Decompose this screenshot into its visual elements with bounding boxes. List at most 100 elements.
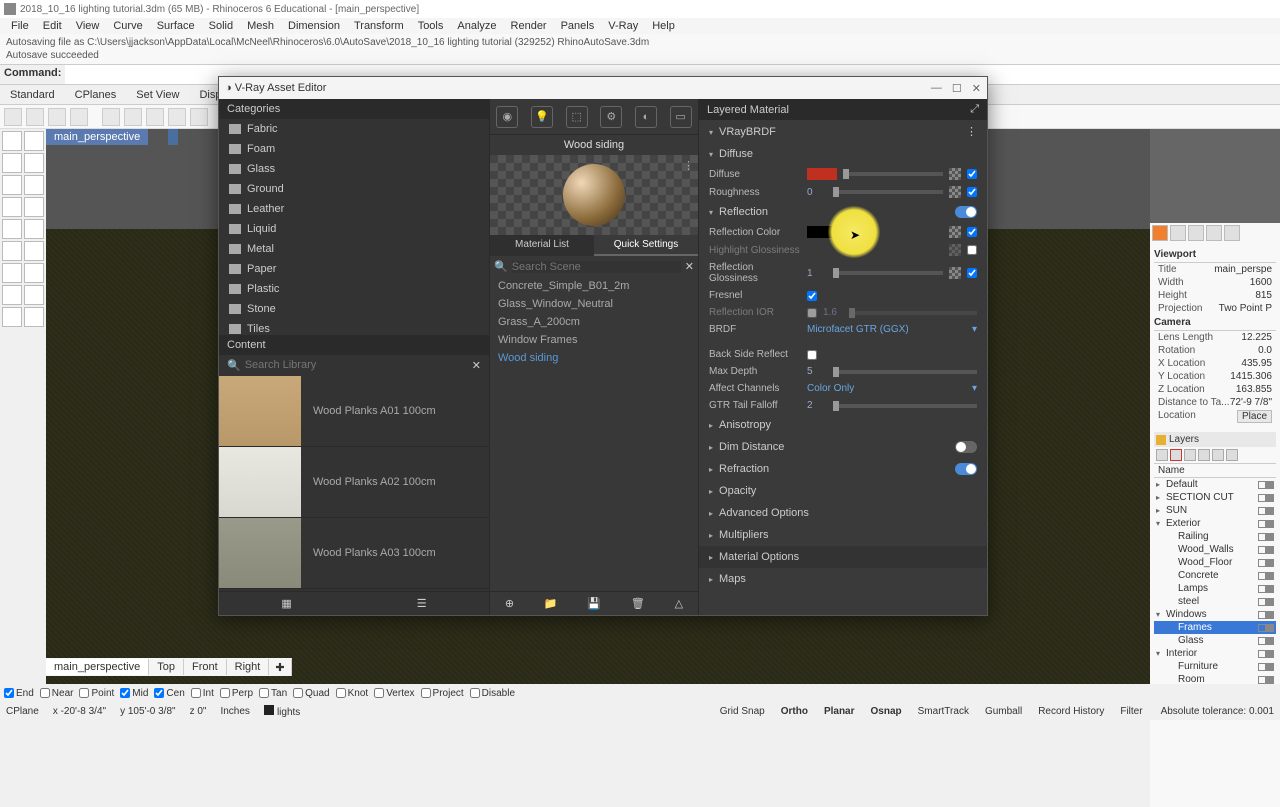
menu-dimension[interactable]: Dimension: [281, 20, 347, 32]
layer-tools-icon[interactable]: [1226, 449, 1238, 461]
chevron-down-icon[interactable]: ▾: [972, 383, 977, 394]
layer-color-icon[interactable]: [1266, 676, 1274, 684]
layer-row[interactable]: ▾Exterior: [1154, 517, 1276, 530]
category-item[interactable]: Ground: [219, 179, 489, 199]
menu-file[interactable]: File: [4, 20, 36, 32]
clear-icon[interactable]: ✕: [685, 260, 694, 273]
osnap-int[interactable]: Int: [191, 688, 214, 699]
layer-row[interactable]: Lamps: [1154, 582, 1276, 595]
tool-dim-icon[interactable]: [2, 307, 22, 327]
panel-tab-layers-icon[interactable]: [1170, 225, 1186, 241]
layer-row[interactable]: Wood_Walls: [1154, 543, 1276, 556]
vray-titlebar[interactable]: ◑ V-Ray Asset Editor — ☐ ✕: [219, 77, 987, 99]
frame-buffer-icon[interactable]: ▭: [670, 106, 692, 128]
clear-icon[interactable]: ✕: [472, 359, 481, 372]
brdf-dropdown[interactable]: Microfacet GTR (GGX): [807, 324, 966, 335]
status-toggle-gumball[interactable]: Gumball: [981, 705, 1026, 718]
tool-polygon-icon[interactable]: [24, 197, 44, 217]
layer-visible-icon[interactable]: [1258, 481, 1266, 489]
menu-render[interactable]: Render: [504, 20, 554, 32]
section-dim-distance[interactable]: Dim Distance: [699, 436, 987, 458]
fresnel-checkbox[interactable]: [807, 291, 817, 301]
scene-material-item[interactable]: Wood siding: [490, 349, 698, 367]
panel-tab-properties-icon[interactable]: [1152, 225, 1168, 241]
osnap-mid[interactable]: Mid: [120, 688, 148, 699]
layer-color-icon[interactable]: [1266, 598, 1274, 606]
preview-menu-icon[interactable]: ⋮: [683, 159, 694, 172]
menu-panels[interactable]: Panels: [554, 20, 602, 32]
osnap-disable[interactable]: Disable: [470, 688, 515, 699]
layer-color-icon[interactable]: [1266, 650, 1274, 658]
tab-setview[interactable]: Set View: [126, 87, 189, 103]
layer-visible-icon[interactable]: [1258, 611, 1266, 619]
layer-color-icon[interactable]: [1266, 533, 1274, 541]
layer-visible-icon[interactable]: [1258, 637, 1266, 645]
layer-row[interactable]: ▾Windows: [1154, 608, 1276, 621]
tool-boolean-icon[interactable]: [2, 285, 22, 305]
texture-icon[interactable]: [949, 226, 961, 238]
backside-checkbox[interactable]: [807, 350, 817, 360]
layer-row[interactable]: Frames: [1154, 621, 1276, 634]
lights-icon[interactable]: 💡: [531, 106, 553, 128]
list-view-icon[interactable]: ☰: [417, 597, 427, 610]
menu-edit[interactable]: Edit: [36, 20, 69, 32]
section-opacity[interactable]: Opacity: [699, 480, 987, 502]
category-item[interactable]: Metal: [219, 239, 489, 259]
materials-icon[interactable]: ◉: [496, 106, 518, 128]
minimize-icon[interactable]: —: [931, 82, 942, 95]
layer-color-icon[interactable]: [1266, 520, 1274, 528]
tool-select-icon[interactable]: [2, 131, 22, 151]
osnap-tan[interactable]: Tan: [259, 688, 287, 699]
layer-visible-icon[interactable]: [1258, 494, 1266, 502]
library-search-input[interactable]: [245, 359, 468, 371]
layer-row[interactable]: ▸SUN: [1154, 504, 1276, 517]
layer-color-icon[interactable]: [1266, 611, 1274, 619]
panel-tab-render-icon[interactable]: [1224, 225, 1240, 241]
layer-filter-icon[interactable]: [1212, 449, 1224, 461]
layer-color-icon[interactable]: [1266, 637, 1274, 645]
section-diffuse[interactable]: Diffuse: [699, 143, 987, 165]
layer-visible-icon[interactable]: [1258, 507, 1266, 515]
refl-gloss-slider[interactable]: [833, 271, 943, 275]
layer-visible-icon[interactable]: [1258, 585, 1266, 593]
tool-rect-icon[interactable]: [2, 197, 22, 217]
layer-down-icon[interactable]: [1198, 449, 1210, 461]
tab-material-list[interactable]: Material List: [490, 235, 594, 256]
osnap-perp[interactable]: Perp: [220, 688, 253, 699]
panel-tab-help-icon[interactable]: [1206, 225, 1222, 241]
category-item[interactable]: Stone: [219, 299, 489, 319]
chevron-down-icon[interactable]: ▾: [972, 324, 977, 335]
tool-arc-icon[interactable]: [24, 175, 44, 195]
texture-icon[interactable]: [949, 244, 961, 256]
osnap-knot[interactable]: Knot: [336, 688, 369, 699]
section-maps[interactable]: Maps: [699, 568, 987, 590]
library-thumb[interactable]: Wood Planks A02 100cm: [219, 447, 489, 518]
diffuse-color-swatch[interactable]: [807, 168, 837, 180]
tab-cplanes[interactable]: CPlanes: [65, 87, 127, 103]
category-item[interactable]: Liquid: [219, 219, 489, 239]
layer-up-icon[interactable]: [1184, 449, 1196, 461]
layer-visible-icon[interactable]: [1258, 676, 1266, 684]
maxdepth-slider[interactable]: [833, 370, 977, 374]
toolbar-cut-icon[interactable]: [102, 108, 120, 126]
layer-row[interactable]: Wood_Floor: [1154, 556, 1276, 569]
layer-color-icon[interactable]: [1266, 624, 1274, 632]
menu-transform[interactable]: Transform: [347, 20, 411, 32]
texture-icon[interactable]: [949, 168, 961, 180]
menu-solid[interactable]: Solid: [202, 20, 240, 32]
osnap-quad[interactable]: Quad: [293, 688, 329, 699]
layer-visible-icon[interactable]: [1258, 520, 1266, 528]
layer-color-icon[interactable]: [1266, 494, 1274, 502]
vtab-front[interactable]: Front: [184, 659, 227, 675]
affect-dropdown[interactable]: Color Only: [807, 383, 966, 394]
toolbar-undo-icon[interactable]: [168, 108, 186, 126]
scene-material-item[interactable]: Concrete_Simple_B01_2m: [490, 277, 698, 295]
save-icon[interactable]: 💾: [587, 597, 601, 610]
osnap-cen[interactable]: Cen: [154, 688, 184, 699]
toolbar-copy-icon[interactable]: [124, 108, 142, 126]
layer-tree[interactable]: ▸Default▸SECTION CUT▸SUN▾ExteriorRailing…: [1154, 478, 1276, 718]
category-item[interactable]: Leather: [219, 199, 489, 219]
tool-extrude-icon[interactable]: [2, 263, 22, 283]
gtr-slider[interactable]: [833, 404, 977, 408]
scene-material-item[interactable]: Window Frames: [490, 331, 698, 349]
